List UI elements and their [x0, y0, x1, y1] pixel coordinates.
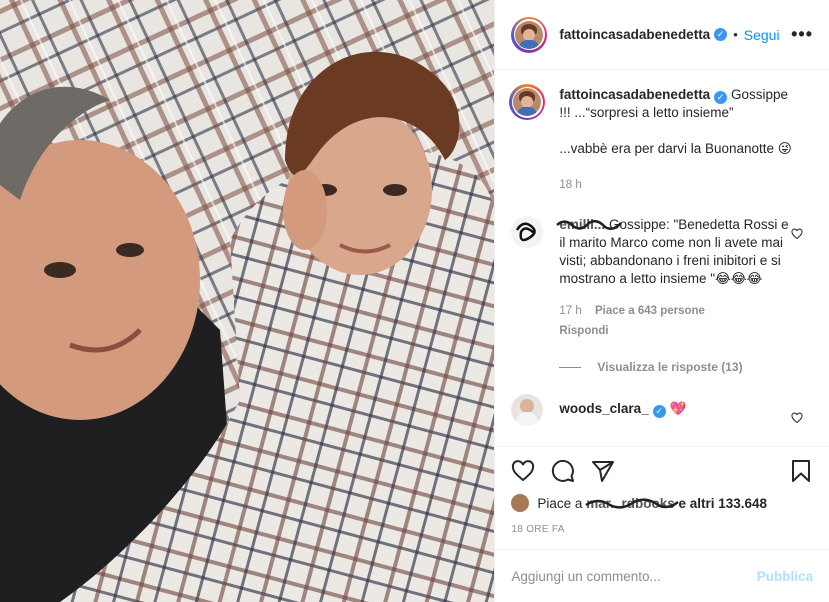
comment-like-heart-icon[interactable]	[791, 228, 803, 240]
comment-text: 💖	[669, 401, 687, 416]
share-icon[interactable]	[591, 459, 615, 483]
scribble-avatar-icon	[516, 222, 537, 242]
caption-time[interactable]: 18 h	[559, 176, 795, 194]
avatar-image	[513, 88, 542, 116]
scribble-icon	[585, 497, 679, 509]
action-bar	[495, 446, 829, 495]
comment-likes[interactable]: Piace a 643 persone	[595, 305, 705, 317]
view-replies-button[interactable]: Visualizza le risposte (13)	[559, 360, 829, 374]
verified-badge-icon: ✓	[714, 28, 728, 41]
commenter-username-scribbled[interactable]: emilli...	[556, 216, 623, 234]
comment-meta: 17 h Piace a 643 persone	[559, 302, 795, 320]
header-separator: •	[733, 27, 738, 42]
liker-username-scribbled[interactable]: mar...rdbooks	[585, 496, 679, 511]
author-avatar[interactable]	[511, 16, 548, 53]
post-side-panel: fattoincasadabenedetta ✓ • Segui ••• fat…	[494, 0, 829, 602]
comment-item: woods_clara_ ✓ 💖	[495, 394, 829, 426]
verified-badge-icon: ✓	[652, 405, 666, 418]
caption-text-2: ...vabbè era per darvi la Buonanotte 😜	[559, 141, 792, 156]
likes-summary[interactable]: Piace a mar...rdbooks e altri 133.648	[511, 494, 767, 512]
replies-divider	[559, 366, 582, 368]
more-options-icon[interactable]: •••	[791, 24, 813, 45]
avatar-image	[515, 20, 544, 49]
comment-icon[interactable]	[551, 459, 575, 483]
author-username[interactable]: fattoincasadabenedetta	[559, 26, 710, 44]
caption: fattoincasadabenedetta ✓ Gossippe !!! ...…	[495, 84, 829, 194]
publish-button[interactable]: Pubblica	[757, 569, 813, 584]
caption-avatar[interactable]	[509, 84, 546, 120]
photo-illustration	[0, 0, 495, 602]
post-timestamp[interactable]: 18 ORE FA	[511, 524, 564, 535]
comment-item: emilli... Gossippe: "Benedetta Rossi e i…	[495, 216, 829, 340]
instagram-post: fattoincasadabenedetta ✓ • Segui ••• fat…	[0, 0, 829, 602]
add-comment-bar: Aggiungi un commento... Pubblica	[495, 549, 829, 602]
comment-like-heart-icon[interactable]	[791, 412, 803, 424]
heart-icon[interactable]	[511, 459, 535, 483]
liker-avatar	[511, 494, 530, 512]
commenter-avatar[interactable]	[511, 216, 544, 248]
bookmark-icon[interactable]	[789, 459, 813, 483]
follow-button[interactable]: Segui	[744, 27, 780, 43]
scribble-icon	[556, 219, 623, 231]
commenter-username[interactable]: woods_clara_	[559, 401, 648, 416]
comment-time[interactable]: 17 h	[559, 305, 581, 317]
reply-button[interactable]: Rispondi	[559, 322, 795, 340]
post-photo[interactable]	[0, 0, 495, 602]
post-header: fattoincasadabenedetta ✓ • Segui •••	[495, 0, 829, 70]
add-comment-input[interactable]: Aggiungi un commento...	[511, 569, 756, 584]
commenter-avatar[interactable]	[511, 394, 544, 426]
caption-username[interactable]: fattoincasadabenedetta	[559, 87, 710, 102]
likes-count[interactable]: e altri 133.648	[679, 496, 768, 511]
verified-badge-icon: ✓	[714, 91, 728, 104]
comments-section[interactable]: fattoincasadabenedetta ✓ Gossippe !!! ...…	[495, 70, 829, 446]
